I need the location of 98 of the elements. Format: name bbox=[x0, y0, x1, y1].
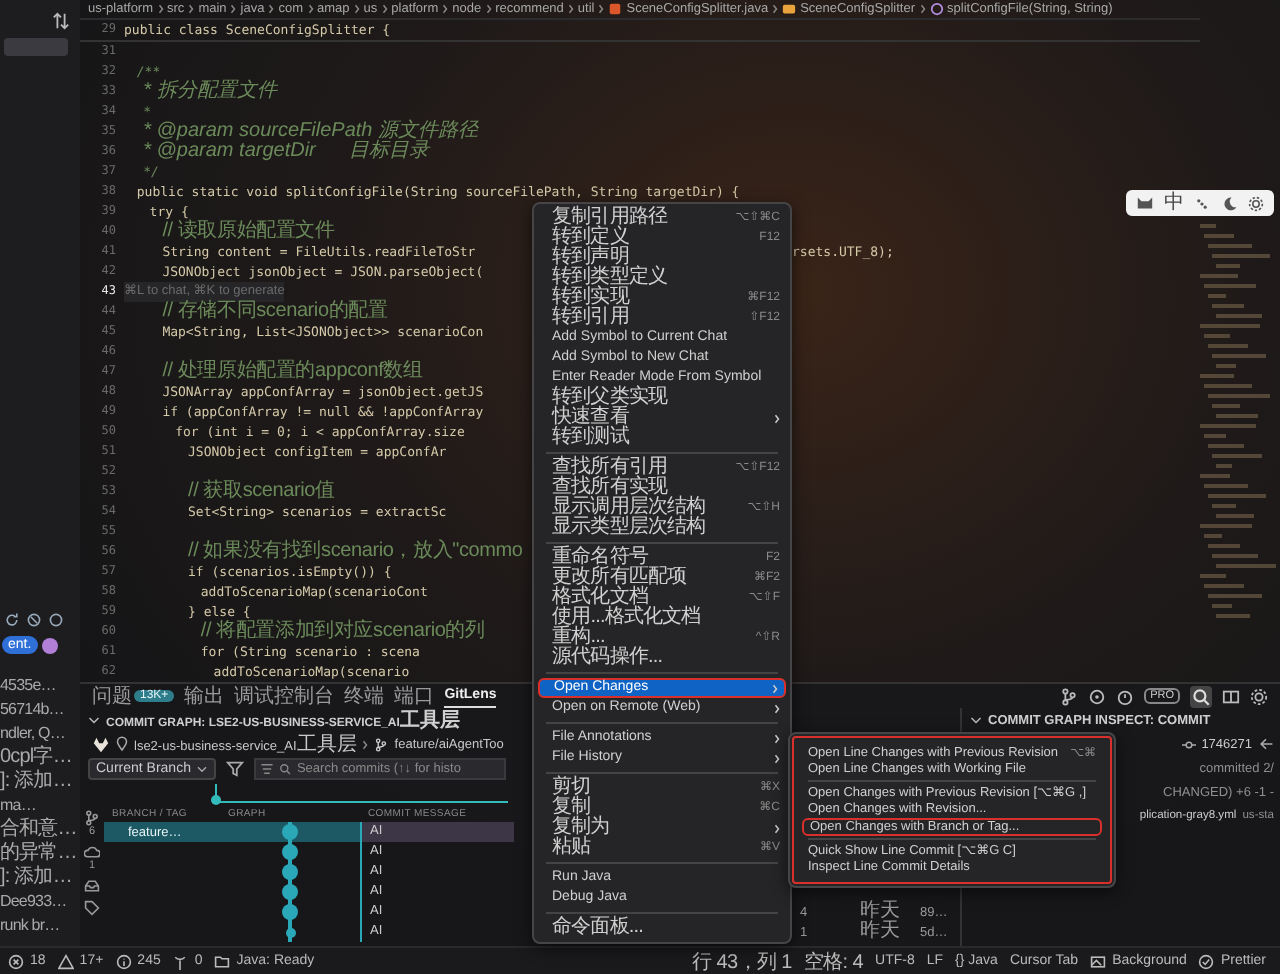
chevron-icon bbox=[598, 4, 605, 14]
commit-item[interactable]: ma… bbox=[0, 794, 80, 818]
menu-item[interactable]: 复制为 bbox=[534, 818, 790, 838]
table-cell: 昨天 bbox=[860, 922, 900, 942]
panel-tab[interactable]: 端口 bbox=[394, 685, 435, 707]
commit-item[interactable]: 56714b… bbox=[0, 698, 80, 722]
inbox-icon[interactable] bbox=[84, 878, 100, 894]
code-comment: // 将配置添加到对应scenario的列 bbox=[200, 622, 485, 642]
panel-tab[interactable]: 问题 bbox=[92, 685, 132, 707]
doc-comment: * 拆分配置文件 bbox=[143, 82, 277, 102]
menu-item[interactable]: 快速查看 bbox=[534, 408, 790, 428]
chevron-icon bbox=[485, 4, 492, 14]
menu-item[interactable]: 源代码操作... bbox=[534, 648, 790, 668]
menu-item[interactable]: 转到类型定义 bbox=[534, 268, 790, 288]
input-mode-toggle[interactable]: 中 bbox=[1164, 192, 1185, 214]
chevron-icon bbox=[353, 4, 360, 14]
chevron-icon bbox=[442, 4, 449, 14]
menu-item[interactable]: 使用...格式化文档 bbox=[534, 608, 790, 628]
dots-icon[interactable] bbox=[1194, 195, 1211, 211]
branch-icon[interactable] bbox=[1060, 687, 1079, 705]
code-comment: // 处理原始配置的appconf数组 bbox=[162, 362, 423, 382]
commit-item[interactable]: ]: 添加… bbox=[0, 770, 80, 794]
antenna-icon[interactable] bbox=[172, 953, 189, 969]
panel-tab[interactable]: 输出 bbox=[184, 685, 225, 707]
image-icon[interactable] bbox=[1090, 953, 1107, 969]
cat-icon[interactable] bbox=[1135, 194, 1154, 212]
chevron-down-icon bbox=[196, 765, 209, 773]
commit-dot bbox=[285, 927, 295, 937]
class-icon bbox=[782, 2, 797, 16]
sort-icon[interactable] bbox=[52, 12, 70, 30]
branch-icon bbox=[374, 737, 389, 751]
chevron-icon bbox=[919, 4, 926, 14]
circle-icon[interactable] bbox=[48, 612, 64, 628]
pin-icon bbox=[116, 736, 128, 752]
commit-item[interactable]: 合和意… bbox=[0, 818, 80, 842]
chevron-icon bbox=[381, 4, 388, 14]
menu-item[interactable]: 转到声明 bbox=[534, 248, 790, 268]
moon-icon[interactable] bbox=[1221, 195, 1238, 211]
chevron-down-icon[interactable] bbox=[88, 715, 100, 725]
check-icon[interactable] bbox=[1198, 953, 1215, 969]
chevron-icon bbox=[567, 4, 574, 14]
panel-tab[interactable]: 终端 bbox=[344, 685, 385, 707]
search-icon[interactable] bbox=[1190, 685, 1212, 707]
avatar-icon bbox=[41, 637, 58, 653]
arrow-left-icon[interactable] bbox=[1258, 736, 1274, 752]
folder-icon[interactable] bbox=[214, 953, 231, 969]
chevron-icon bbox=[362, 739, 369, 749]
settings-icon[interactable] bbox=[1250, 687, 1268, 705]
cloud-icon[interactable] bbox=[84, 844, 100, 860]
chevron-icon bbox=[188, 4, 195, 14]
code-comment: // 如果没有找到scenario，放入"commo bbox=[188, 542, 523, 562]
commit-item[interactable]: runk br… bbox=[0, 914, 80, 938]
code-comment: // 读取原始配置文件 bbox=[162, 222, 335, 242]
status-item[interactable]: 行 43，列 1 bbox=[692, 947, 792, 974]
chevron-icon bbox=[774, 823, 780, 833]
commit-item[interactable]: 4535e… bbox=[0, 674, 80, 698]
chevron-icon bbox=[230, 4, 237, 14]
commit-icon bbox=[1181, 737, 1196, 751]
panel-tab[interactable]: 调试控制台 bbox=[234, 685, 335, 707]
info-icon[interactable] bbox=[115, 953, 132, 969]
commit-item[interactable]: ]: 添加… bbox=[0, 866, 80, 890]
branch-icon[interactable] bbox=[84, 810, 100, 826]
chevron-icon bbox=[307, 4, 313, 14]
commit-item[interactable]: 0cpl字… bbox=[0, 746, 80, 770]
doc-comment: * @param targetDir 目标目录 bbox=[143, 142, 430, 162]
chevron-icon bbox=[268, 4, 275, 14]
chevron-icon bbox=[157, 4, 164, 14]
commit-item[interactable]: Dee933… bbox=[0, 890, 80, 914]
warning-icon[interactable] bbox=[57, 953, 74, 969]
menu-item[interactable]: 查找所有实现 bbox=[534, 478, 790, 498]
code-comment: // 存储不同scenario的配置 bbox=[162, 302, 388, 322]
timer-icon[interactable] bbox=[1116, 687, 1135, 705]
menu-item[interactable]: 转到父类实现 bbox=[534, 388, 790, 408]
filter-icon[interactable] bbox=[226, 760, 245, 778]
cancel-icon[interactable] bbox=[26, 612, 42, 628]
commit-item[interactable]: 的异常… bbox=[0, 842, 80, 866]
error-icon[interactable] bbox=[8, 953, 24, 969]
layout-icon[interactable] bbox=[1222, 687, 1240, 705]
code-comment: // 获取scenario值 bbox=[188, 482, 335, 502]
chevron-down-icon[interactable] bbox=[970, 715, 982, 725]
refresh-icon[interactable] bbox=[4, 612, 20, 628]
chevron-icon bbox=[774, 413, 780, 423]
menu-item[interactable]: 显示类型层次结构 bbox=[534, 518, 790, 538]
fox-icon bbox=[92, 735, 110, 753]
dropdown-field[interactable] bbox=[4, 38, 68, 56]
list-icon bbox=[260, 762, 275, 776]
table-cell: 昨天 bbox=[860, 902, 900, 922]
java-file-icon bbox=[608, 2, 623, 16]
commit-item[interactable]: ndler, Q… bbox=[0, 722, 80, 746]
menu-item[interactable]: 转到测试 bbox=[534, 428, 790, 448]
method-icon bbox=[929, 2, 944, 16]
doc-comment: * @param sourceFilePath 源文件路径 bbox=[143, 122, 479, 142]
status-item[interactable]: 空格: 4 bbox=[803, 947, 864, 974]
tag-icon[interactable] bbox=[84, 900, 100, 916]
settings-icon[interactable] bbox=[1248, 195, 1265, 211]
menu-item[interactable]: 命令面板... bbox=[534, 918, 790, 938]
chevron-icon bbox=[772, 4, 779, 14]
search-icon bbox=[278, 762, 293, 776]
